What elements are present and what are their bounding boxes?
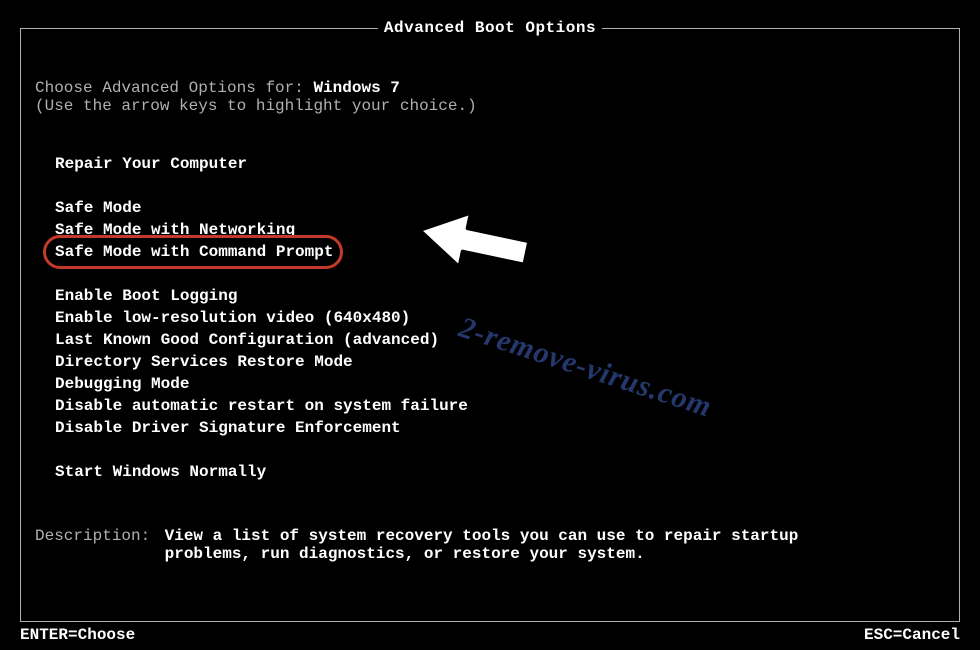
option-safe-mode-command-prompt[interactable]: Safe Mode with Command Prompt [55,241,333,263]
option-disable-driver-sig[interactable]: Disable Driver Signature Enforcement [55,417,401,439]
option-start-normally[interactable]: Start Windows Normally [55,461,266,483]
option-ds-restore-mode[interactable]: Directory Services Restore Mode [55,351,353,373]
repair-group: Repair Your Computer [35,153,949,175]
intro-prefix: Choose Advanced Options for: [35,79,313,97]
description-label: Description: [35,527,155,545]
option-last-known-good[interactable]: Last Known Good Configuration (advanced) [55,329,439,351]
os-name: Windows 7 [313,79,399,97]
arrow-key-hint: (Use the arrow keys to highlight your ch… [35,97,949,115]
option-safe-mode[interactable]: Safe Mode [55,197,141,219]
option-disable-auto-restart[interactable]: Disable automatic restart on system fail… [55,395,468,417]
footer-esc-hint: ESC=Cancel [864,626,960,644]
option-safe-mode-networking[interactable]: Safe Mode with Networking [55,219,295,241]
option-low-res-video[interactable]: Enable low-resolution video (640x480) [55,307,410,329]
description-block: Description: View a list of system recov… [35,527,949,563]
screen-frame: Advanced Boot Options Choose Advanced Op… [20,28,960,622]
option-repair-computer[interactable]: Repair Your Computer [55,153,247,175]
footer-bar: ENTER=Choose ESC=Cancel [20,626,960,644]
footer-enter-hint: ENTER=Choose [20,626,135,644]
highlighted-option-wrap: Safe Mode with Command Prompt [55,241,333,263]
intro-block: Choose Advanced Options for: Windows 7 (… [35,79,949,115]
option-debugging-mode[interactable]: Debugging Mode [55,373,189,395]
page-title: Advanced Boot Options [378,19,602,37]
advanced-group: Enable Boot Logging Enable low-resolutio… [35,285,949,439]
safe-mode-group: Safe Mode Safe Mode with Networking Safe… [35,197,949,263]
option-boot-logging[interactable]: Enable Boot Logging [55,285,237,307]
description-text: View a list of system recovery tools you… [165,527,865,563]
content-area: Choose Advanced Options for: Windows 7 (… [21,29,959,573]
normal-group: Start Windows Normally [35,461,949,483]
